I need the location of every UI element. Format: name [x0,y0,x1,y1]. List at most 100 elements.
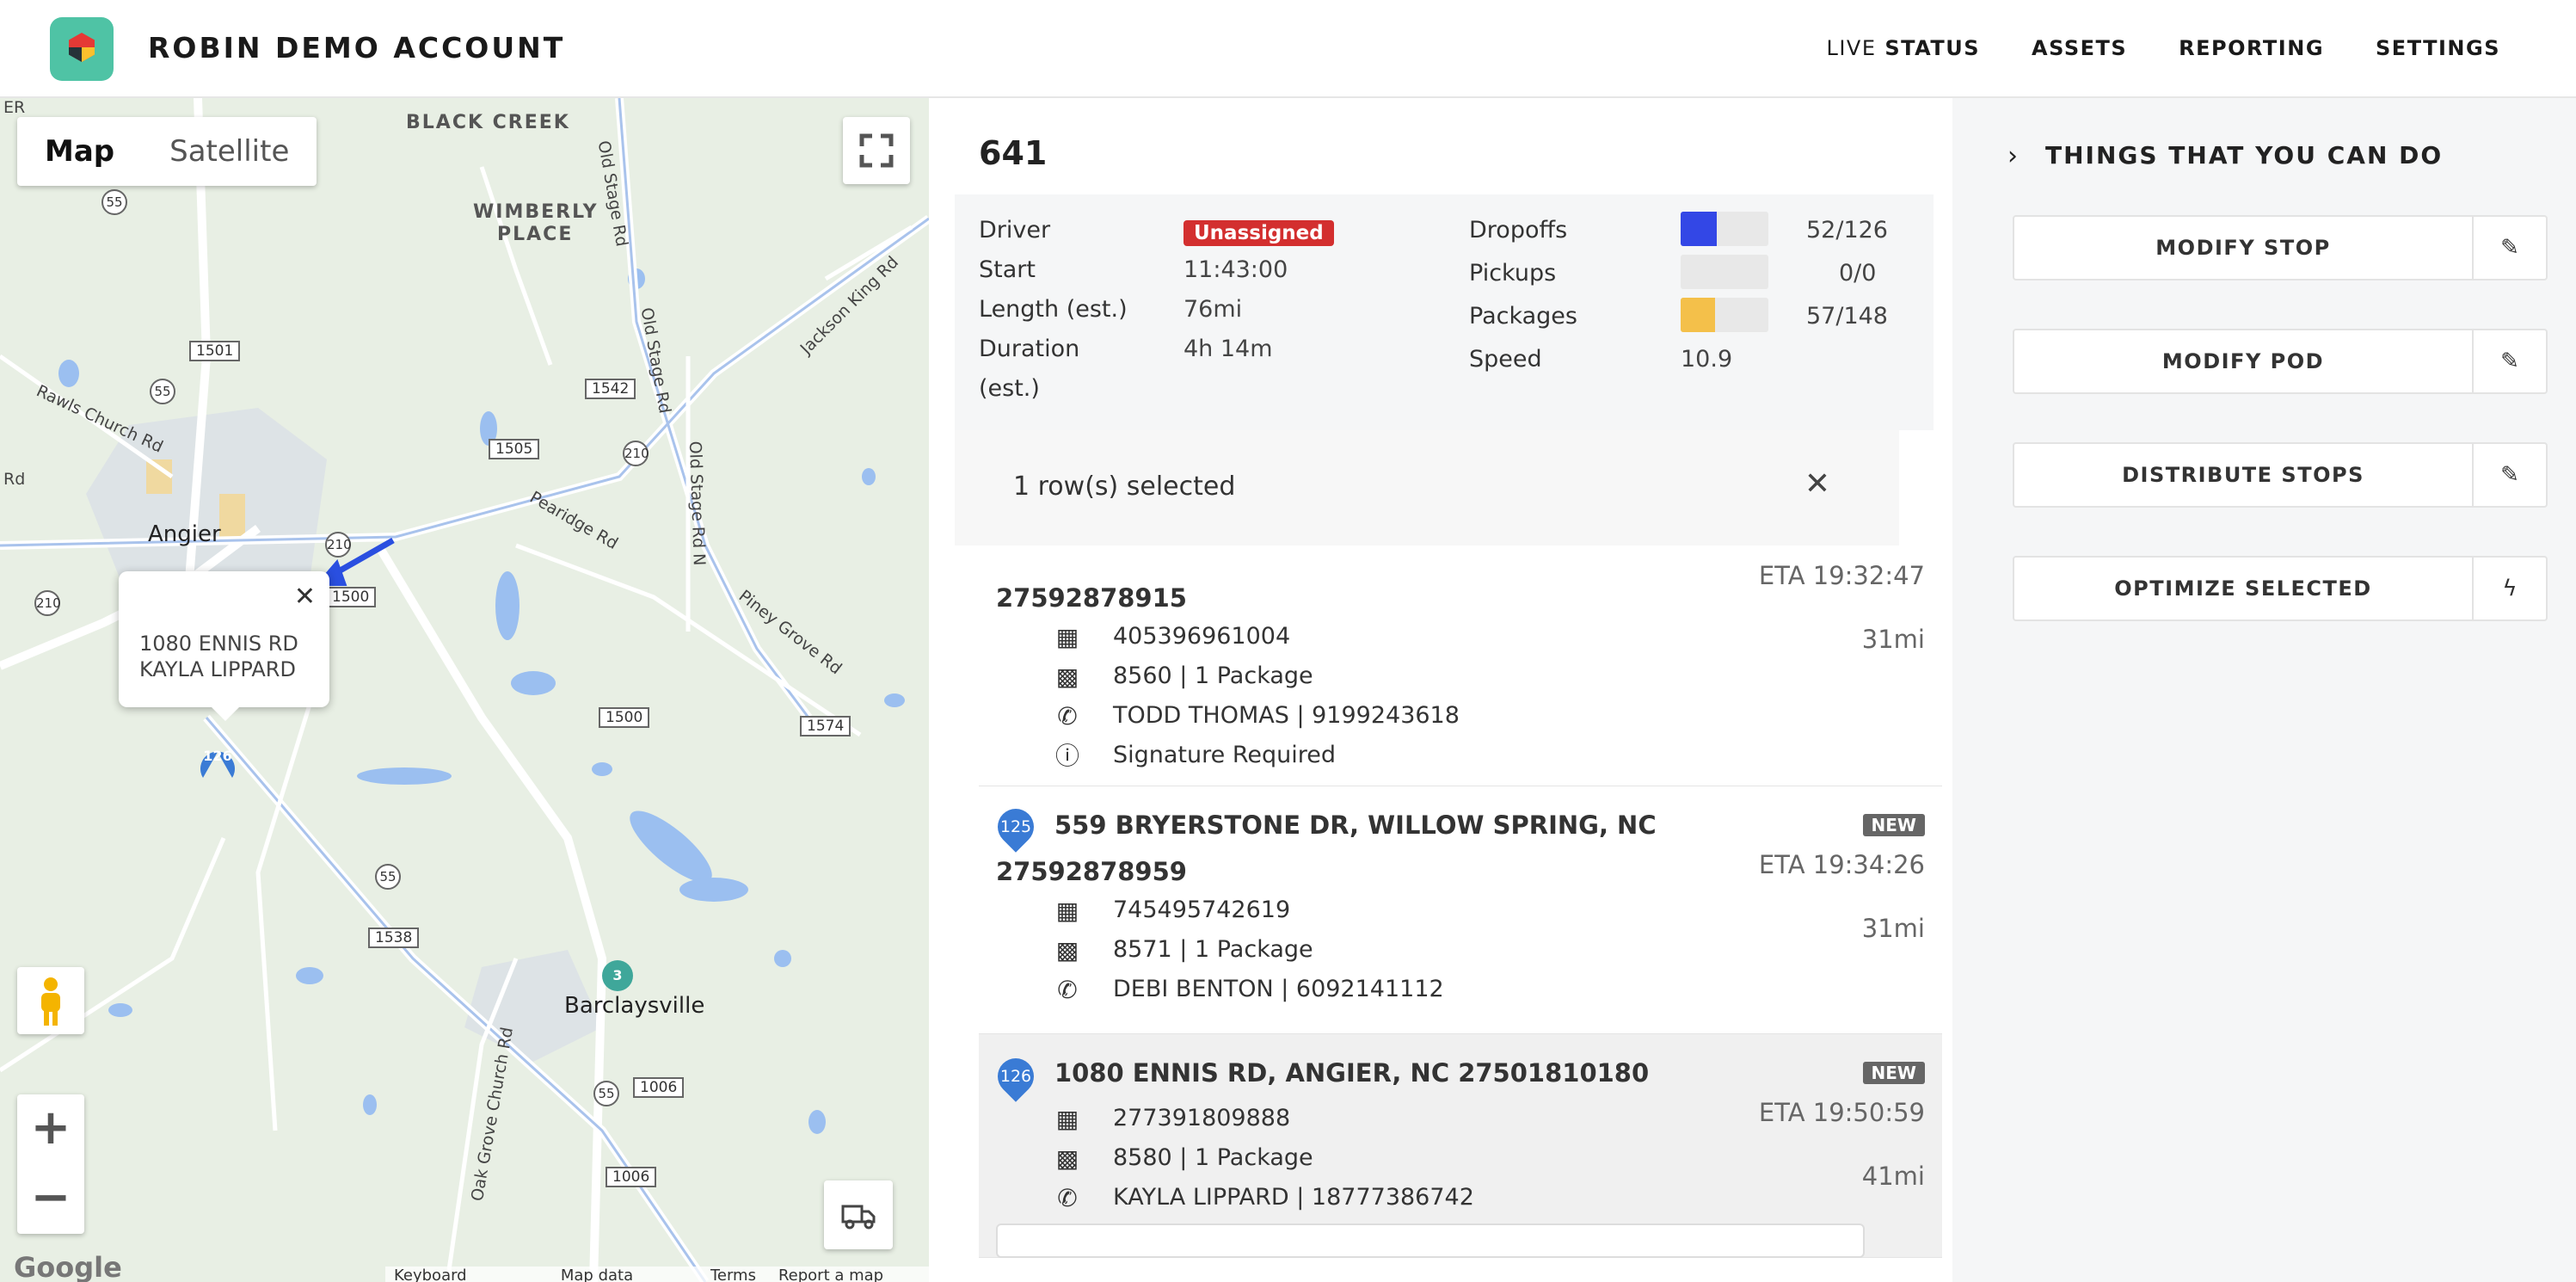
speed-value: 10.9 [1681,346,1733,373]
fullscreen-button[interactable] [843,117,910,184]
duration-value: 4h 14m [1183,336,1273,362]
action-label: MODIFY POD [2161,349,2325,373]
route-detail-panel: 641 Driver Unassigned Start 11:43:00 Len… [929,98,1952,1282]
map-marker-cluster-3[interactable]: 3 [602,965,633,986]
nav-live-status[interactable]: LIVE STATUS [1826,36,1980,60]
stop-tracking: 277391809888 [1113,1105,1291,1131]
road-shield-1006a: 1006 [633,1077,685,1098]
optimize-selected-button[interactable]: OPTIMIZE SELECTED ϟ [2013,556,2548,621]
stop-distance: 31mi [1861,914,1925,943]
tracking-icon: ▦ [1055,623,1079,651]
map-tab-satellite[interactable]: Satellite [142,117,317,186]
terms-link[interactable]: Terms [710,1267,756,1282]
packages-progress [1681,298,1768,332]
stop-tracking: 405396961004 [1113,623,1291,650]
map-town-angier: Angier [148,521,221,547]
road-shield-1500b: 1500 [599,707,650,728]
popup-contact: KAYLA LIPPARD [139,657,296,681]
road-shield-1505: 1505 [489,439,540,459]
tracking-icon: ▦ [1055,1105,1079,1133]
zoom-controls: + − [17,1094,84,1234]
stop-eta: ETA 19:34:26 [1758,850,1925,879]
road-shield-55b: 55 [150,379,175,404]
map-view[interactable]: BLACK CREEK WIMBERLY PLACE Angier Barcla… [0,98,929,1282]
fullscreen-icon [859,133,894,168]
pickups-label: Pickups [1469,260,1557,287]
road-shield-1574: 1574 [800,716,851,737]
road-shield-210c: 210 [34,590,61,616]
driver-status-badge[interactable]: Unassigned [1183,220,1334,246]
stop-note: Signature Required [1113,742,1337,768]
stop-distance: 31mi [1861,625,1925,654]
popup-close-icon[interactable]: ✕ [294,582,316,612]
road-name-er: ER [3,98,26,117]
pencil-icon: ✎ [2500,235,2519,261]
stop-number-badge: 126 [990,1051,1042,1102]
map-label-place: PLACE [497,224,574,245]
map-attribution: Keyboard shortcuts Map data ©2024 Terms … [385,1267,929,1282]
qr-code-icon: ▩ [1055,663,1079,691]
map-data-text: Map data ©2024 [560,1267,634,1282]
map-label-black-creek: BLACK CREEK [406,112,570,133]
road-shield-55d: 55 [593,1081,619,1106]
actions-panel: › THINGS THAT YOU CAN DO MODIFY STOP ✎ M… [1952,98,2576,1282]
modify-pod-button[interactable]: MODIFY POD ✎ [2013,329,2548,394]
road-shield-55c: 55 [375,864,401,890]
road-shield-55a: 55 [101,189,127,215]
road-shield-1006b: 1006 [606,1167,657,1187]
logo-icon[interactable] [50,17,114,81]
stop-row[interactable]: 125 559 BRYERSTONE DR, WILLOW SPRING, NC… [979,786,1942,1034]
chevron-right-icon[interactable]: › [2007,141,2018,171]
packages-value: 57/148 [1806,303,1888,330]
nav-live-suffix: STATUS [1884,36,1981,60]
qr-code-icon: ▩ [1055,1144,1079,1173]
app-header: ROBIN DEMO ACCOUNT LIVE STATUS ASSETS RE… [0,0,2576,98]
stop-number: 126 [999,1067,1032,1086]
keyboard-shortcuts-link[interactable]: Keyboard shortcuts [394,1267,538,1282]
tracking-icon: ▦ [1055,897,1079,925]
pencil-icon: ✎ [2500,348,2519,374]
selection-bar: 1 row(s) selected ✕ [955,430,1899,545]
new-badge: NEW [1862,1062,1925,1084]
stop-detail-card[interactable] [996,1223,1865,1258]
stop-zip: 27592878959 [996,857,1187,886]
driver-label: Driver [979,217,1051,243]
phone-icon: ✆ [1057,1184,1078,1212]
zoom-in-button[interactable]: + [17,1094,84,1164]
clear-selection-icon[interactable]: ✕ [1804,466,1830,502]
report-error-link[interactable]: Report a map error [778,1267,920,1282]
stop-package: 8580 | 1 Package [1113,1144,1313,1171]
stop-zip: 27592878915 [996,583,1187,613]
vehicle-button[interactable] [824,1180,893,1249]
phone-icon: ✆ [1057,702,1078,730]
lightning-icon: ϟ [2502,576,2518,601]
road-name-rd: Rd [3,470,26,489]
modify-stop-button[interactable]: MODIFY STOP ✎ [2013,215,2548,280]
stop-address: 559 BRYERSTONE DR, WILLOW SPRING, NC [1054,810,1657,840]
google-logo: Google [14,1251,122,1282]
map-marker-126[interactable]: 126 [203,742,232,771]
distribute-stops-button[interactable]: DISTRIBUTE STOPS ✎ [2013,442,2548,508]
map-town-barclaysville: Barclaysville [564,993,705,1019]
marker-info-popup: ✕ 1080 ENNIS RD KAYLA LIPPARD [119,571,329,721]
dropoffs-value: 52/126 [1806,217,1888,243]
road-shield-1500a: 1500 [325,587,377,607]
nav-assets[interactable]: ASSETS [2032,36,2127,60]
speed-label: Speed [1469,346,1542,373]
pickups-progress [1681,255,1768,289]
nav-settings[interactable]: SETTINGS [2376,36,2500,60]
road-shield-210a: 210 [623,441,649,466]
nav-reporting[interactable]: REPORTING [2179,36,2324,60]
stop-tracking: 745495742619 [1113,897,1291,923]
stop-contact: DEBI BENTON | 6092141112 [1113,976,1444,1002]
stop-contact: KAYLA LIPPARD | 18777386742 [1113,1184,1474,1211]
map-tab-map[interactable]: Map [17,117,142,186]
road-shield-1538: 1538 [368,928,420,948]
action-label: MODIFY STOP [2155,236,2331,260]
zoom-out-button[interactable]: − [17,1164,84,1234]
dropoffs-progress [1681,212,1768,246]
street-view-pegman[interactable] [17,967,84,1034]
stop-eta: ETA 19:50:59 [1758,1098,1925,1127]
stop-row[interactable]: 27592878915 ETA 19:32:47 31mi ▦ 40539696… [979,549,1942,786]
duration-label: Duration [979,336,1080,362]
